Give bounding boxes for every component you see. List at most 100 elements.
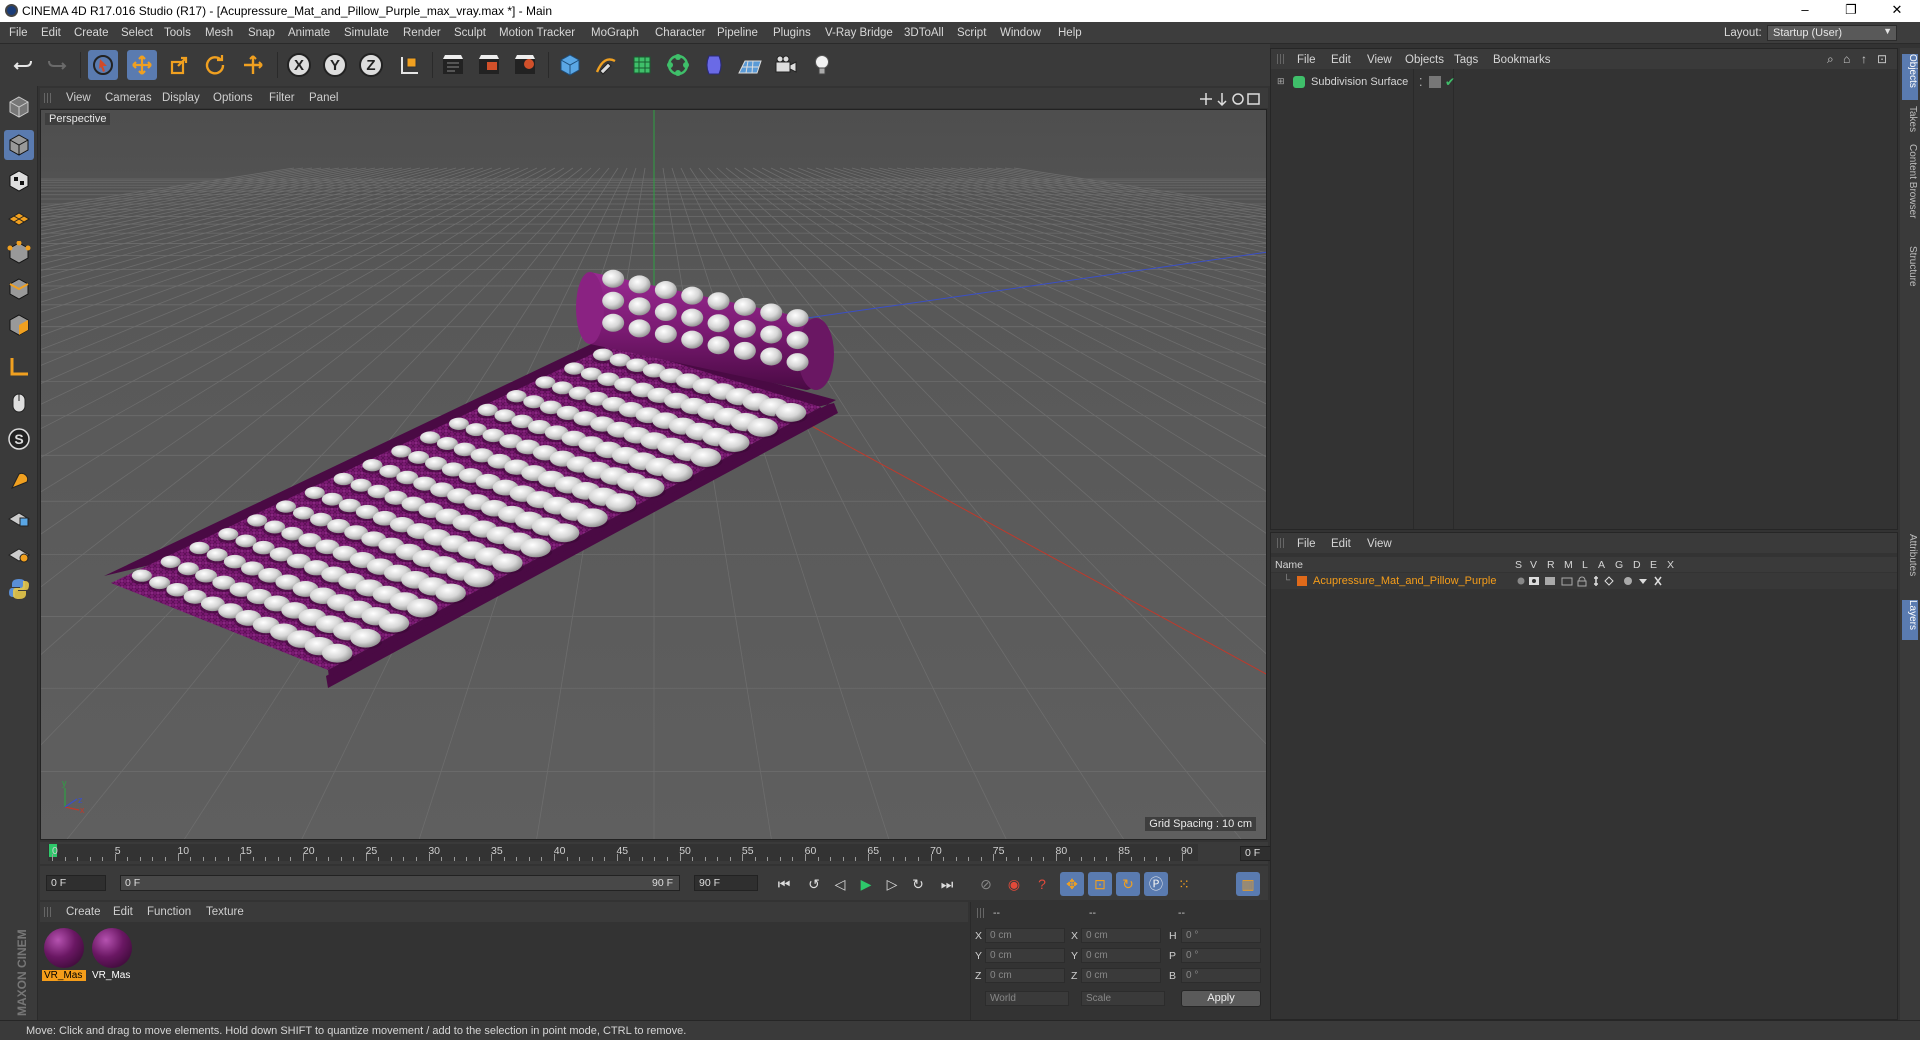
axis-mode-icon[interactable] — [4, 352, 34, 382]
next-frame-icon[interactable]: ▷ — [880, 872, 904, 896]
timeline-ruler[interactable]: 0 5 10 15 20 25 30 35 40 45 50 55 60 65 70 75 80 85 90 0 F — [40, 842, 1306, 864]
points-mode-icon[interactable] — [4, 238, 34, 268]
panel-gripper-icon[interactable] — [977, 908, 985, 918]
size-mode-select[interactable]: Scale — [1081, 991, 1165, 1006]
autokeying-icon[interactable]: ? — [1030, 872, 1054, 896]
position-x-field[interactable]: 0 cm — [985, 928, 1065, 943]
light-icon[interactable] — [807, 50, 837, 80]
position-y-field[interactable]: 0 cm — [985, 948, 1065, 963]
key-rotation-icon[interactable]: ↻ — [1116, 872, 1140, 896]
edit-render-settings-icon[interactable] — [510, 50, 540, 80]
key-parameter-icon[interactable]: Ⓟ — [1144, 872, 1168, 896]
planar-workplane-icon[interactable] — [4, 538, 34, 568]
multi-transform-icon[interactable] — [238, 50, 268, 80]
col-name[interactable]: Name — [1275, 559, 1303, 571]
object-menu-objects[interactable]: Objects — [1405, 54, 1444, 66]
next-key-icon[interactable]: ↻ — [906, 872, 930, 896]
start-frame-field[interactable]: 0 F — [46, 875, 106, 891]
menu-character[interactable]: Character — [655, 27, 706, 39]
layer-menu-view[interactable]: View — [1367, 538, 1392, 550]
layer-color-swatch[interactable] — [1297, 576, 1307, 586]
menu-create[interactable]: Create — [74, 27, 109, 39]
record-keys-icon[interactable]: ◉ — [1002, 872, 1026, 896]
col-solo[interactable]: S — [1515, 559, 1522, 571]
motion-path-icon[interactable]: ⊘ — [974, 872, 998, 896]
material-menu-edit[interactable]: Edit — [113, 906, 133, 918]
undo-icon[interactable] — [8, 50, 38, 80]
object-menu-tags[interactable]: Tags — [1454, 54, 1478, 66]
enable-snap-icon[interactable] — [4, 466, 34, 496]
layout-select[interactable]: Startup (User) ▼ — [1767, 25, 1897, 41]
col-manager[interactable]: M — [1564, 559, 1573, 571]
viewport-menu-options[interactable]: Options — [213, 92, 253, 104]
menu-script[interactable]: Script — [957, 27, 986, 39]
coordinate-system-icon[interactable] — [394, 50, 424, 80]
viewport-menu-display[interactable]: Display — [162, 92, 200, 104]
panel-gripper-icon[interactable] — [44, 907, 52, 917]
visibility-dots-icon[interactable]: ⁚ — [1419, 76, 1423, 89]
go-to-start-icon[interactable]: ⏮ — [772, 872, 796, 896]
tab-attributes[interactable]: Attributes — [1902, 534, 1918, 594]
workplane-mode-icon[interactable] — [4, 202, 34, 232]
minimize-button[interactable]: – — [1782, 2, 1828, 20]
3d-viewport[interactable]: y z x Perspective Grid Spacing : 10 cm — [40, 109, 1267, 840]
y-axis-icon[interactable]: Y — [320, 50, 350, 80]
menu-motion-tracker[interactable]: Motion Tracker — [499, 27, 575, 39]
viewport-menu-view[interactable]: View — [66, 92, 91, 104]
layer-row[interactable]: └ Acupressure_Mat_and_Pillow_Purple — [1271, 573, 1897, 589]
new-window-icon[interactable]: ⊡ — [1877, 52, 1887, 66]
model-mode-icon[interactable] — [4, 130, 34, 160]
redo-icon[interactable] — [42, 50, 72, 80]
material-swatch[interactable]: VR_Mas — [90, 926, 134, 984]
key-position-icon[interactable]: ✥ — [1060, 872, 1084, 896]
end-frame-field[interactable]: 90 F — [694, 875, 758, 891]
z-axis-icon[interactable]: Z — [356, 50, 386, 80]
object-menu-bookmarks[interactable]: Bookmarks — [1493, 54, 1551, 66]
object-row[interactable]: ⊞ Subdivision Surface ⁚ ✔ — [1273, 75, 1895, 91]
deformer-icon[interactable] — [699, 50, 729, 80]
subdivision-surface-icon[interactable] — [627, 50, 657, 80]
floor-icon[interactable] — [735, 50, 765, 80]
menu-snap[interactable]: Snap — [248, 27, 275, 39]
x-axis-icon[interactable]: X — [284, 50, 314, 80]
expand-icon[interactable]: ⊞ — [1277, 76, 1285, 87]
key-scale-icon[interactable]: ⊡ — [1088, 872, 1112, 896]
rotation-h-field[interactable]: 0 ° — [1181, 928, 1261, 943]
menu-3dtoall[interactable]: 3DToAll — [904, 27, 944, 39]
tab-objects[interactable]: Objects — [1902, 54, 1918, 100]
panel-gripper-icon[interactable] — [1277, 54, 1285, 64]
lock-workplane-icon[interactable] — [4, 502, 34, 532]
object-menu-file[interactable]: File — [1297, 54, 1316, 66]
polygons-mode-icon[interactable] — [4, 310, 34, 340]
object-menu-view[interactable]: View — [1367, 54, 1392, 66]
menu-edit[interactable]: Edit — [41, 27, 61, 39]
make-editable-icon[interactable] — [4, 92, 34, 122]
col-expressions[interactable]: E — [1650, 559, 1657, 571]
python-icon[interactable] — [4, 574, 34, 604]
tab-takes[interactable]: Takes — [1902, 106, 1918, 138]
rotation-b-field[interactable]: 0 ° — [1181, 968, 1261, 983]
menu-select[interactable]: Select — [121, 27, 153, 39]
menu-plugins[interactable]: Plugins — [773, 27, 811, 39]
tab-structure[interactable]: Structure — [1902, 246, 1918, 302]
key-pla-icon[interactable]: ⁙ — [1172, 872, 1196, 896]
render-view-icon[interactable] — [438, 50, 468, 80]
edit-tag-icon[interactable] — [1429, 76, 1441, 88]
move-icon[interactable] — [127, 50, 157, 80]
cube-icon[interactable] — [555, 50, 585, 80]
position-z-field[interactable]: 0 cm — [985, 968, 1065, 983]
panel-gripper-icon[interactable] — [1277, 538, 1285, 548]
col-deformers[interactable]: D — [1633, 559, 1641, 571]
search-icon[interactable]: ⌕ — [1827, 52, 1834, 67]
layer-menu-file[interactable]: File — [1297, 538, 1316, 550]
enabled-check-icon[interactable]: ✔ — [1445, 75, 1455, 89]
maximize-button[interactable]: ❐ — [1828, 2, 1874, 20]
snap-icon[interactable]: S — [4, 424, 34, 454]
tab-content-browser[interactable]: Content Browser — [1902, 144, 1918, 240]
menu-mograph[interactable]: MoGraph — [591, 27, 639, 39]
rotation-p-field[interactable]: 0 ° — [1181, 948, 1261, 963]
apply-button[interactable]: Apply — [1181, 990, 1261, 1007]
live-selection-icon[interactable] — [88, 50, 118, 80]
menu-sculpt[interactable]: Sculpt — [454, 27, 486, 39]
material-menu-create[interactable]: Create — [66, 906, 101, 918]
